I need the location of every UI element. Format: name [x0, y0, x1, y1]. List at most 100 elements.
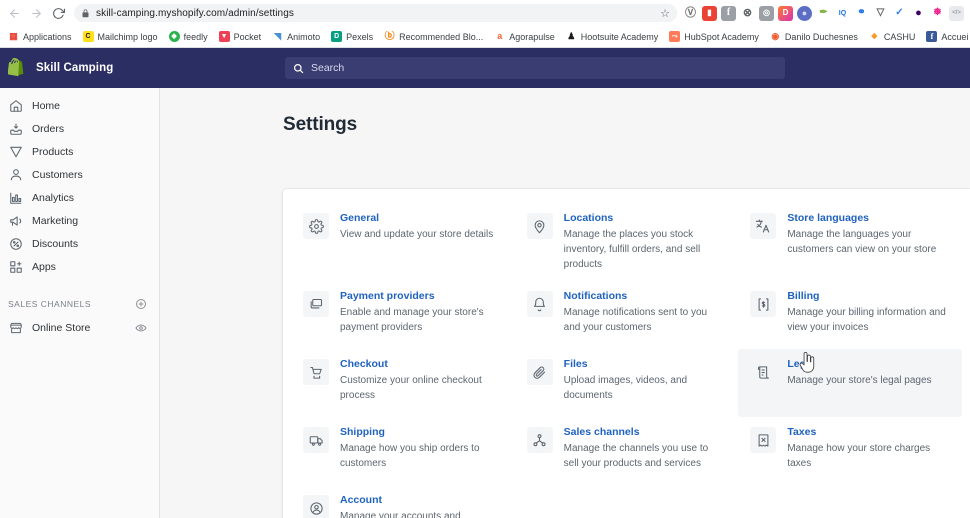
settings-card-legal[interactable]: Legal Manage your store's legal pages	[738, 349, 962, 418]
settings-card-account[interactable]: Account Manage your accounts and permiss…	[291, 485, 515, 518]
channels-nodes-icon	[526, 427, 553, 454]
pexels-icon: D	[331, 31, 343, 42]
payment-card-icon	[303, 291, 329, 318]
settings-card-payment-providers[interactable]: Payment providers Enable and manage your…	[291, 281, 515, 349]
sidebar-item-discounts[interactable]: Discounts	[0, 232, 159, 255]
shopify-bag-logo[interactable]	[6, 57, 28, 79]
avatar-extension[interactable]: ●	[797, 5, 812, 21]
sidebar-item-label: Home	[32, 99, 61, 112]
settings-card-title[interactable]: Store languages	[787, 212, 948, 225]
bookmark-applications[interactable]: ▦ Applications	[3, 29, 77, 44]
eyedropper-extension[interactable]: ✒	[816, 5, 831, 21]
pinterest-extension[interactable]: Ⓥ	[683, 5, 698, 21]
reload-icon	[52, 7, 65, 19]
link-extension[interactable]: ⚭	[854, 5, 869, 21]
bookmark-cashu[interactable]: ❖ CASHU	[864, 29, 921, 44]
settings-card-desc: Manage the channels you use to sell your…	[563, 443, 709, 470]
bookmarks-bar: ▦ Applications C Mailchimp logo ◆ feedly…	[0, 26, 970, 48]
blogger-icon: ⓑ	[384, 31, 396, 42]
bookmark-agorapulse[interactable]: a Agorapulse	[489, 29, 560, 44]
bookmark-star-icon[interactable]: ☆	[654, 7, 670, 20]
lock-icon	[81, 8, 90, 18]
settings-card-title[interactable]: Payment providers	[340, 290, 501, 303]
back-button[interactable]	[4, 3, 24, 23]
settings-card-body: General View and update your store detai…	[340, 212, 493, 242]
bookmark-animoto[interactable]: ◥ Animoto	[267, 29, 325, 44]
dropbox-extension[interactable]: D	[778, 5, 793, 21]
settings-card-title[interactable]: Shipping	[340, 426, 501, 439]
settings-card-title[interactable]: Legal	[787, 358, 931, 371]
sidebar-item-marketing[interactable]: Marketing	[0, 209, 159, 232]
sidebar-item-orders[interactable]: Orders	[0, 117, 159, 140]
settings-card-body: Account Manage your accounts and permiss…	[340, 494, 501, 518]
settings-card-sales-channels[interactable]: Sales channels Manage the channels you u…	[515, 417, 739, 485]
settings-card-store-languages[interactable]: Store languages Manage the languages you…	[738, 203, 962, 281]
settings-card-desc: Manage your store's legal pages	[787, 375, 932, 387]
settings-card-body: Shipping Manage how you ship orders to c…	[340, 426, 501, 471]
facebook-extension[interactable]: f	[721, 5, 736, 21]
magenta-flower-extension[interactable]: ❅	[930, 5, 945, 21]
buffer-extension[interactable]: ◎	[759, 5, 774, 21]
sidebar-item-customers[interactable]: Customers	[0, 163, 159, 186]
sidebar-item-label: Analytics	[32, 191, 75, 204]
settings-card-title[interactable]: Checkout	[340, 358, 501, 371]
apps-grid-icon: ▦	[8, 31, 19, 42]
bookmark-mailchimp[interactable]: C Mailchimp logo	[78, 29, 163, 44]
settings-grid: General View and update your store detai…	[283, 203, 970, 518]
settings-card-title[interactable]: General	[340, 212, 493, 225]
settings-card-title[interactable]: Sales channels	[564, 426, 725, 439]
settings-card-body: Locations Manage the places you stock in…	[564, 212, 725, 272]
home-icon	[8, 98, 23, 113]
bookmark-danilo-duchesnes[interactable]: ◉ Danilo Duchesnes	[765, 29, 863, 44]
settings-card-body: Taxes Manage how your store charges taxe…	[787, 426, 948, 471]
settings-card-title[interactable]: Notifications	[564, 290, 725, 303]
bookmark-feedly[interactable]: ◆ feedly	[164, 29, 213, 44]
global-search-input[interactable]: Search	[285, 57, 785, 79]
bookmark-pocket[interactable]: ▼ Pocket	[214, 29, 267, 44]
iq-extension[interactable]: IQ	[835, 5, 850, 21]
bookmark-label: Pocket	[233, 31, 262, 42]
bookmark-recommended-blogs[interactable]: ⓑ Recommended Blo...	[379, 29, 488, 44]
settings-card-title[interactable]: Billing	[787, 290, 948, 303]
truck-icon	[303, 427, 329, 454]
settings-card-desc: Manage how your store charges taxes	[787, 443, 931, 470]
forward-button[interactable]	[26, 3, 46, 23]
address-bar[interactable]: skill-camping.myshopify.com/admin/settin…	[74, 4, 677, 22]
close-circle-extension[interactable]: ⊗	[740, 5, 755, 21]
add-circle-icon[interactable]	[134, 298, 147, 311]
sidebar-item-online-store[interactable]: Online Store	[0, 316, 159, 339]
sidebar-item-apps[interactable]: Apps	[0, 255, 159, 278]
reload-button[interactable]	[48, 3, 68, 23]
sidebar-item-products[interactable]: Products	[0, 140, 159, 163]
sidebar-item-home[interactable]: Home	[0, 94, 159, 117]
settings-card-title[interactable]: Account	[340, 494, 501, 507]
settings-card-desc: Customize your online checkout process	[340, 375, 482, 402]
settings-card-body: Billing Manage your billing information …	[787, 290, 948, 335]
settings-card-locations[interactable]: Locations Manage the places you stock in…	[515, 203, 739, 281]
sidebar-item-analytics[interactable]: Analytics	[0, 186, 159, 209]
bookmark-hootsuite-academy[interactable]: ♟ Hootsuite Academy	[561, 29, 664, 44]
settings-card-title[interactable]: Files	[564, 358, 725, 371]
settings-card-general[interactable]: General View and update your store detai…	[291, 203, 515, 281]
pocket-extension[interactable]: ▽	[873, 5, 888, 21]
bookmark-label: feedly	[183, 31, 208, 42]
bookmark-pexels[interactable]: D Pexels	[326, 29, 378, 44]
settings-card-title[interactable]: Taxes	[787, 426, 948, 439]
settings-card-title[interactable]: Locations	[564, 212, 725, 225]
code-extension[interactable]: </>	[949, 5, 964, 21]
settings-card-shipping[interactable]: Shipping Manage how you ship orders to c…	[291, 417, 515, 485]
settings-card-notifications[interactable]: Notifications Manage notifications sent …	[515, 281, 739, 349]
store-name: Skill Camping	[36, 62, 114, 74]
settings-card-checkout[interactable]: Checkout Customize your online checkout …	[291, 349, 515, 417]
gmail-extension[interactable]: ▮	[702, 5, 717, 21]
eye-view-icon[interactable]	[134, 321, 147, 334]
sidebar-item-label: Online Store	[32, 321, 91, 334]
purple-dot-extension[interactable]: ●	[911, 5, 926, 21]
settings-card-taxes[interactable]: Taxes Manage how your store charges taxe…	[738, 417, 962, 485]
settings-card-files[interactable]: Files Upload images, videos, and documen…	[515, 349, 739, 417]
bookmark-accueil[interactable]: f Accuei	[921, 29, 970, 44]
settings-panel: General View and update your store detai…	[283, 189, 970, 518]
settings-card-billing[interactable]: Billing Manage your billing information …	[738, 281, 962, 349]
bookmark-hubspot-academy[interactable]: ⤳ HubSpot Academy	[664, 29, 764, 44]
grammarly-extension[interactable]: ✓	[892, 5, 907, 21]
